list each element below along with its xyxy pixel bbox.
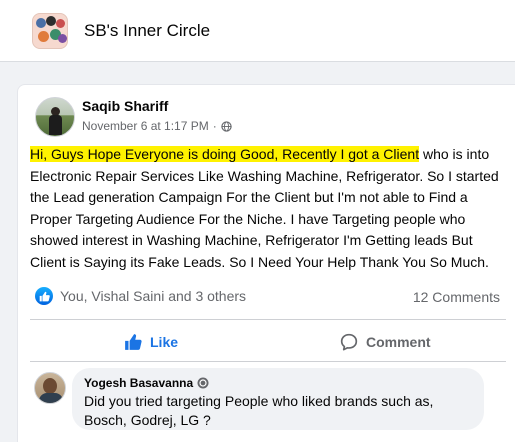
- post-card: Saqib Shariff November 6 at 1:17 PM · Hi…: [17, 84, 515, 442]
- comment-text: Did you tried targeting People who liked…: [84, 393, 434, 428]
- highlighted-text: Hi, Guys Hope Everyone is doing Good, Re…: [30, 146, 420, 162]
- like-reaction-icon: [35, 287, 53, 305]
- globe-icon: [221, 120, 232, 132]
- like-button-label: Like: [150, 334, 179, 350]
- top-contributor-badge-icon[interactable]: [197, 377, 209, 389]
- meta-separator: ·: [212, 119, 217, 133]
- commenter-name[interactable]: Yogesh Basavanna: [84, 376, 193, 390]
- post-meta: November 6 at 1:17 PM ·: [82, 119, 232, 133]
- post-timestamp[interactable]: November 6 at 1:17 PM: [82, 119, 209, 133]
- comment-button[interactable]: Comment: [340, 326, 431, 358]
- comment-bubble-icon: [340, 333, 358, 351]
- comment-bubble: Yogesh Basavanna Did you tried targeting…: [72, 368, 484, 430]
- author-avatar[interactable]: [35, 97, 75, 137]
- divider: [30, 319, 506, 320]
- group-cover-thumbnail[interactable]: [32, 12, 68, 49]
- like-button[interactable]: Like: [124, 326, 178, 358]
- post-body-text: who is into Electronic Repair Services L…: [30, 146, 499, 270]
- group-header[interactable]: SB's Inner Circle: [0, 0, 515, 62]
- reactions-summary[interactable]: You, Vishal Saini and 3 others: [35, 287, 246, 305]
- comments-count[interactable]: 12 Comments: [413, 289, 500, 305]
- post-body: Hi, Guys Hope Everyone is doing Good, Re…: [30, 144, 506, 273]
- thumbs-up-icon: [125, 334, 142, 350]
- reactions-text[interactable]: You, Vishal Saini and 3 others: [60, 288, 246, 304]
- divider: [30, 361, 506, 362]
- post-author-name[interactable]: Saqib Shariff: [82, 98, 168, 114]
- comment-button-label: Comment: [366, 334, 431, 350]
- group-name[interactable]: SB's Inner Circle: [84, 21, 210, 41]
- commenter-avatar[interactable]: [34, 372, 66, 404]
